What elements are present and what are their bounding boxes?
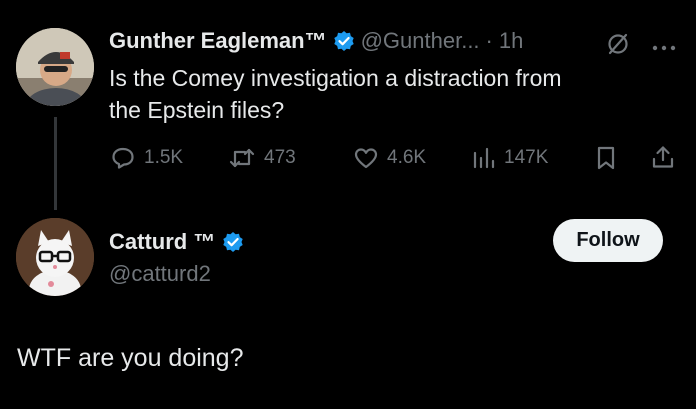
- like-action[interactable]: 4.6K: [353, 145, 426, 171]
- like-count: 4.6K: [387, 147, 427, 168]
- reply-author-name[interactable]: Catturd ™: [109, 229, 215, 255]
- verified-badge-icon: [222, 231, 244, 253]
- gunther-avatar[interactable]: [16, 28, 94, 106]
- like-icon: [353, 145, 379, 171]
- tweet-time[interactable]: 1h: [499, 28, 523, 54]
- more-icon[interactable]: [651, 39, 677, 57]
- reply-text: WTF are you doing?: [17, 344, 244, 372]
- reply-count: 1.5K: [144, 147, 184, 168]
- time-separator: ·: [485, 28, 493, 53]
- tweet-text: Is the Comey investigation a distraction…: [109, 62, 679, 126]
- verified-badge-icon: [333, 30, 355, 52]
- reply-action[interactable]: 1.5K: [110, 145, 183, 171]
- tweet-handle[interactable]: @Gunther...: [361, 28, 480, 54]
- follow-button[interactable]: Follow: [553, 219, 663, 262]
- retweet-count: 473: [264, 147, 296, 168]
- share-icon[interactable]: [650, 144, 676, 175]
- catturd-avatar[interactable]: [16, 218, 94, 296]
- bookmark-icon[interactable]: [594, 145, 618, 176]
- reply-handle[interactable]: @catturd2: [109, 261, 211, 287]
- retweet-icon: [228, 145, 256, 171]
- reply-icon: [110, 145, 136, 171]
- views-action[interactable]: 147K: [470, 145, 548, 171]
- thread-connector-line: [54, 117, 57, 210]
- views-icon: [470, 145, 496, 171]
- tweet-text-line-2: the Epstein files?: [109, 97, 285, 123]
- views-count: 147K: [504, 147, 549, 168]
- tweet-author-name[interactable]: Gunther Eagleman™: [109, 28, 327, 54]
- grok-icon[interactable]: [605, 31, 631, 62]
- retweet-action[interactable]: 473: [228, 145, 296, 171]
- tweet-text-line-1: Is the Comey investigation a distraction…: [109, 65, 562, 91]
